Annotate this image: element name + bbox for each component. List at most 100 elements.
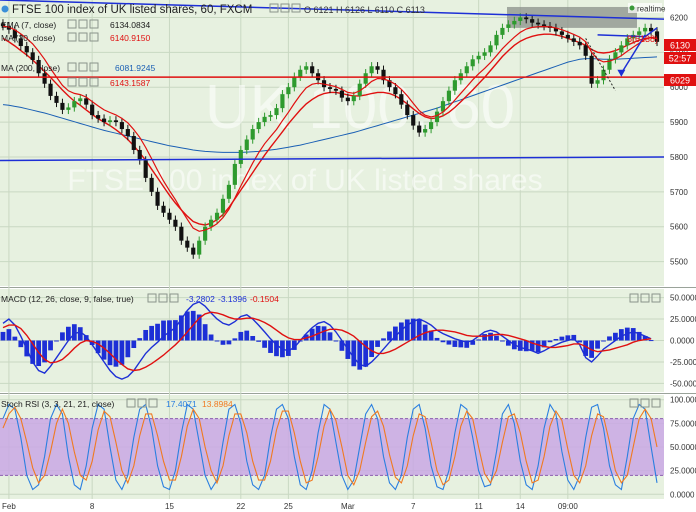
candle-body [238, 149, 243, 164]
candle-body [512, 20, 517, 25]
current-price-label: 6130 [670, 41, 690, 51]
macd-hist-bar [113, 340, 119, 367]
realtime-badge[interactable]: realtime [628, 3, 666, 14]
candle-body [113, 120, 119, 123]
macd-hist-bar [381, 338, 386, 341]
stoch-rsi-tick-label: 75.0000 [670, 419, 696, 428]
candle-body [286, 87, 291, 95]
macd-hist-bar [416, 318, 422, 341]
candle-body [90, 104, 95, 116]
candle-body [304, 66, 309, 70]
candle-body [565, 34, 570, 39]
legend-ema7-value: 6134.0834 [110, 20, 150, 30]
candle-body [131, 136, 136, 150]
candle-body [541, 24, 547, 27]
stoch-rsi-band [0, 418, 664, 476]
macd-hist-bar [18, 340, 24, 348]
macd-hist-bar [71, 324, 77, 341]
stoch-rsi-tick-label: 0.0000 [670, 490, 695, 499]
macd-hist-bar [535, 340, 541, 353]
macd-hist-bar [143, 329, 149, 341]
candle-body [161, 205, 166, 213]
resistance-price-label: 6029 [670, 76, 690, 86]
candle-body [292, 76, 297, 88]
rsi-band-fill [0, 418, 664, 476]
candle-body [571, 38, 576, 42]
macd-hist-bar [500, 340, 505, 342]
candle-body [298, 69, 303, 77]
price-pane[interactable] [0, 0, 664, 286]
chart-canvas[interactable]: UK 100, 60 FTSE 100 index of UK listed s… [0, 0, 696, 512]
candle-body [250, 129, 255, 140]
macd-hist-bar [488, 332, 493, 341]
candle-body [583, 45, 588, 56]
candle-body [423, 129, 428, 133]
price-tick-label: 5500 [670, 258, 688, 267]
candle-body [589, 55, 594, 84]
macd-hist-bar [607, 336, 612, 341]
chart-title[interactable]: FTSE 100 index of UK listed shares, 60, … [12, 4, 252, 16]
candle-body [149, 177, 154, 192]
candle-body [143, 160, 148, 178]
candle-body [595, 80, 600, 84]
symbol-status-dot [1, 5, 9, 13]
macd-tick-label: 50.0000 [670, 294, 696, 303]
macd-value-signal: -3.1396 [218, 294, 247, 304]
candle-body [167, 212, 172, 220]
candle-body [417, 125, 422, 133]
macd-hist-bar [434, 337, 440, 341]
resistance-price-badge: 6029 [664, 74, 696, 86]
time-tick-label: 15 [165, 502, 174, 511]
candle-body [107, 120, 113, 123]
candle-body [363, 73, 368, 84]
macd-hist-bar [60, 332, 65, 341]
macd-hist-bar [559, 336, 565, 341]
macd-tick-label: -25.0000 [670, 358, 696, 367]
candle-body [96, 115, 101, 119]
candle-body [280, 94, 285, 109]
candle-body [464, 66, 469, 74]
drawing-annotation[interactable]: 8(6138) [627, 34, 658, 44]
candle-body [24, 46, 29, 53]
candle-body [643, 27, 648, 32]
candle-body [327, 87, 333, 89]
ema-value-badge: 52:57 [664, 52, 696, 64]
candle-body [333, 88, 339, 91]
stoch-rsi-tick-label: 25.0000 [670, 467, 696, 476]
candle-body [434, 111, 440, 123]
candle-body [173, 219, 178, 227]
macd-tick-label: 25.0000 [670, 315, 696, 324]
candle-body [244, 139, 249, 150]
ohlc-values: O 6121 H 6126 L 6110 C 6113 [304, 5, 425, 15]
candle-body [476, 55, 481, 60]
realtime-icon [629, 5, 635, 11]
legend-ema7[interactable]: EMA (7, close) 6134.0834 [1, 19, 150, 30]
candle-body [399, 94, 404, 105]
price-tick-label: 5800 [670, 153, 688, 162]
legend-ma20[interactable]: MA (20, close) 6140.9150 [1, 32, 150, 43]
candle-body [78, 98, 83, 102]
macd-hist-bar [250, 335, 256, 341]
macd-label: MACD (12, 26, close, 9, false, true) [1, 294, 134, 304]
stoch-rsi-tick-label: 100.0000 [670, 396, 696, 405]
candle-body [530, 19, 535, 23]
legend-ma200-value: 6081.9245 [115, 63, 155, 73]
candle-body [351, 95, 356, 102]
candle-body [60, 102, 65, 110]
macd-hist-bar [327, 332, 333, 341]
price-tick-label: 5700 [670, 188, 688, 197]
candle-body [256, 122, 261, 130]
candle-body [345, 97, 350, 102]
macd-hist-bar [440, 340, 446, 343]
time-tick-label: 11 [474, 502, 483, 511]
candle-body [119, 122, 124, 130]
macd-hist-bar [547, 340, 553, 343]
candle-body [506, 24, 511, 28]
macd-hist-bar [286, 340, 291, 356]
candle-body [536, 22, 541, 25]
macd-tick-label: 0.0000 [670, 337, 695, 346]
macd-hist-bar [244, 330, 250, 341]
legend-ema7-label: EMA (7, close) [1, 20, 56, 30]
time-tick-label: 14 [516, 502, 525, 511]
macd-hist-bar [48, 340, 53, 351]
